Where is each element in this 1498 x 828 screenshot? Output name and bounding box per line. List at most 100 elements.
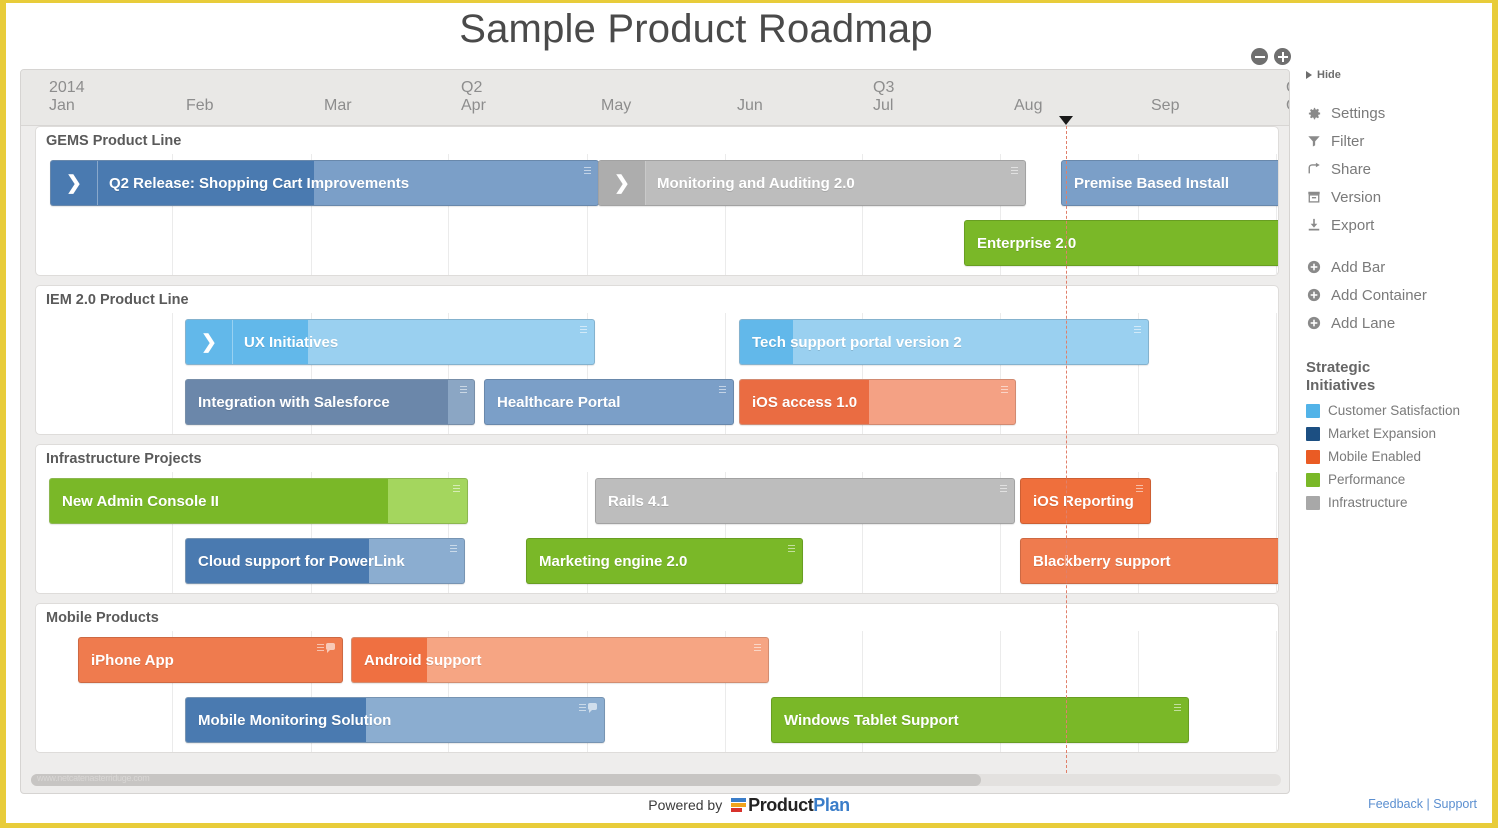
bar-menu-handle-icon[interactable] bbox=[460, 386, 467, 395]
bar-menu-handle-icon[interactable] bbox=[584, 167, 591, 176]
roadmap-bar[interactable]: Marketing engine 2.0 bbox=[526, 538, 803, 584]
bar-menu-handle-icon[interactable] bbox=[1136, 485, 1143, 494]
bar-label: Tech support portal version 2 bbox=[752, 333, 962, 351]
roadmap-bar[interactable]: iOS Reporting bbox=[1020, 478, 1151, 524]
zoom-out-button[interactable] bbox=[1251, 48, 1268, 65]
legend-title: Strategic Initiatives bbox=[1306, 359, 1496, 395]
roadmap-bar[interactable]: Blackberry support bbox=[1020, 538, 1278, 584]
legend-item[interactable]: Mobile Enabled bbox=[1306, 445, 1496, 468]
triangle-right-icon bbox=[1306, 71, 1312, 79]
zoom-in-button[interactable] bbox=[1274, 48, 1291, 65]
timeline-month-mar: Mar bbox=[324, 79, 352, 115]
roadmap-bar[interactable]: ❯ UX Initiatives bbox=[185, 319, 595, 365]
bar-menu-handle-icon[interactable] bbox=[788, 545, 795, 554]
legend-item[interactable]: Customer Satisfaction bbox=[1306, 399, 1496, 422]
bar-menu-handle-icon[interactable] bbox=[579, 704, 586, 713]
timeline-month-label: O bbox=[1286, 97, 1289, 115]
legend-item-label: Infrastructure bbox=[1328, 495, 1408, 510]
roadmap-bar[interactable]: Premise Based Install bbox=[1061, 160, 1278, 206]
support-link[interactable]: Support bbox=[1433, 797, 1477, 811]
bar-menu-handle-icon[interactable] bbox=[719, 386, 726, 395]
comment-bubble-icon[interactable] bbox=[588, 703, 598, 713]
timeline-header[interactable]: 2014Jan Feb Mar Q2Apr May Jun Q3Jul Aug Sep QO bbox=[21, 70, 1289, 126]
productplan-logo: ProductPlan bbox=[731, 795, 850, 816]
roadmap-bar[interactable]: Enterprise 2.0 bbox=[964, 220, 1278, 266]
roadmap-bar[interactable]: Rails 4.1 bbox=[595, 478, 1015, 524]
legend-item[interactable]: Infrastructure bbox=[1306, 491, 1496, 514]
lane-body: iPhone App Android support Mobile Monitori… bbox=[36, 631, 1278, 752]
grid-line bbox=[172, 313, 173, 434]
comment-bubble-icon[interactable] bbox=[326, 643, 336, 653]
roadmap-bar[interactable]: ❯ Q2 Release: Shopping Cart Improvements bbox=[50, 160, 599, 206]
today-marker-icon bbox=[1059, 116, 1073, 125]
legend-item[interactable]: Market Expansion bbox=[1306, 422, 1496, 445]
bar-menu-handle-icon[interactable] bbox=[1001, 386, 1008, 395]
horizontal-scrollbar[interactable]: www.netcatenasterriduge.com bbox=[31, 773, 1281, 786]
menu-item-export[interactable]: Export bbox=[1306, 211, 1496, 239]
lane[interactable]: GEMS Product Line ❯ Q2 Release: Shopping C… bbox=[35, 126, 1279, 276]
roadmap-bar[interactable]: Android support bbox=[351, 637, 769, 683]
lanes-container: GEMS Product Line ❯ Q2 Release: Shopping C… bbox=[21, 126, 1289, 793]
feedback-link[interactable]: Feedback bbox=[1368, 797, 1423, 811]
bar-label: Premise Based Install bbox=[1074, 174, 1230, 192]
bar-menu-handle-icon[interactable] bbox=[1174, 704, 1181, 713]
menu-item-add-container[interactable]: Add Container bbox=[1306, 281, 1496, 309]
roadmap-bar[interactable]: Tech support portal version 2 bbox=[739, 319, 1149, 365]
menu-item-settings[interactable]: Settings bbox=[1306, 99, 1496, 127]
filter-icon bbox=[1306, 133, 1322, 149]
bar-label: Enterprise 2.0 bbox=[977, 234, 1077, 252]
menu-item-add-bar[interactable]: Add Bar bbox=[1306, 253, 1496, 281]
bar-label: Q2 Release: Shopping Cart Improvements bbox=[109, 174, 410, 192]
legend-item[interactable]: Performance bbox=[1306, 468, 1496, 491]
lane[interactable]: Mobile Products iPhone App Android support… bbox=[35, 603, 1279, 753]
legend-color-swatch bbox=[1306, 449, 1320, 464]
bar-menu-handle-icon[interactable] bbox=[580, 326, 587, 335]
menu-item-version[interactable]: Version bbox=[1306, 183, 1496, 211]
roadmap-bar[interactable]: Integration with Salesforce bbox=[185, 379, 475, 425]
menu-item-add-lane[interactable]: Add Lane bbox=[1306, 309, 1496, 337]
expand-chevron-icon[interactable]: ❯ bbox=[51, 161, 98, 205]
bar-menu-handle-icon[interactable] bbox=[317, 644, 324, 653]
bar-menu-handle-icon[interactable] bbox=[1134, 326, 1141, 335]
lane-title: IEM 2.0 Product Line bbox=[46, 292, 189, 308]
lane-body: New Admin Console II Rails 4.1 iOS Reporti… bbox=[36, 472, 1278, 593]
bar-menu-handle-icon[interactable] bbox=[453, 485, 460, 494]
roadmap-bar[interactable]: iPhone App bbox=[78, 637, 343, 683]
roadmap-bar[interactable]: Cloud support for PowerLink bbox=[185, 538, 465, 584]
timeline-month-label: Mar bbox=[324, 97, 352, 114]
lane[interactable]: IEM 2.0 Product Line ❯ UX Initiatives Tech … bbox=[35, 285, 1279, 435]
expand-chevron-icon[interactable]: ❯ bbox=[186, 320, 233, 364]
gear-icon bbox=[1306, 105, 1322, 121]
bar-label: Healthcare Portal bbox=[497, 393, 621, 411]
lane-title: Mobile Products bbox=[46, 610, 159, 626]
bar-label: iPhone App bbox=[91, 651, 174, 669]
timeline-quarter-label: Q2 bbox=[461, 79, 483, 96]
bar-menu-handle-icon[interactable] bbox=[1011, 167, 1018, 176]
roadmap-bar[interactable]: ❯ Monitoring and Auditing 2.0 bbox=[598, 160, 1026, 206]
legend-item-label: Performance bbox=[1328, 472, 1406, 487]
timeline-month-label: Apr bbox=[461, 97, 486, 114]
roadmap-page: Sample Product Roadmap 2014 Jan Feb Mar Q2 Ap… bbox=[6, 3, 1492, 823]
roadmap-bar[interactable]: Windows Tablet Support bbox=[771, 697, 1189, 743]
expand-chevron-icon[interactable]: ❯ bbox=[599, 161, 646, 205]
bar-menu-handle-icon[interactable] bbox=[754, 644, 761, 653]
hide-panel-toggle[interactable]: Hide bbox=[1306, 69, 1496, 81]
roadmap-bar[interactable]: New Admin Console II bbox=[49, 478, 468, 524]
roadmap-bar[interactable]: Healthcare Portal bbox=[484, 379, 734, 425]
bar-menu-handle-icon[interactable] bbox=[450, 545, 457, 554]
bar-label: iOS Reporting bbox=[1033, 492, 1134, 510]
bar-label: Android support bbox=[364, 651, 482, 669]
roadmap-chart: 2014Jan Feb Mar Q2Apr May Jun Q3Jul Aug Sep QO GE… bbox=[20, 69, 1290, 794]
menu-item-filter[interactable]: Filter bbox=[1306, 127, 1496, 155]
lane[interactable]: Infrastructure Projects New Admin Console… bbox=[35, 444, 1279, 594]
roadmap-bar[interactable]: iOS access 1.0 bbox=[739, 379, 1016, 425]
scrollbar-thumb[interactable]: www.netcatenasterriduge.com bbox=[31, 773, 981, 786]
bar-label: New Admin Console II bbox=[62, 492, 219, 510]
bar-menu-handle-icon[interactable] bbox=[1000, 485, 1007, 494]
brand-name: ProductPlan bbox=[748, 795, 850, 816]
menu-item-share[interactable]: Share bbox=[1306, 155, 1496, 183]
roadmap-bar[interactable]: Mobile Monitoring Solution bbox=[185, 697, 605, 743]
bar-label: Blackberry support bbox=[1033, 552, 1171, 570]
legend-color-swatch bbox=[1306, 472, 1320, 487]
right-sidebar: Hide Settings Filter Share Version Export Ad… bbox=[1306, 69, 1496, 514]
